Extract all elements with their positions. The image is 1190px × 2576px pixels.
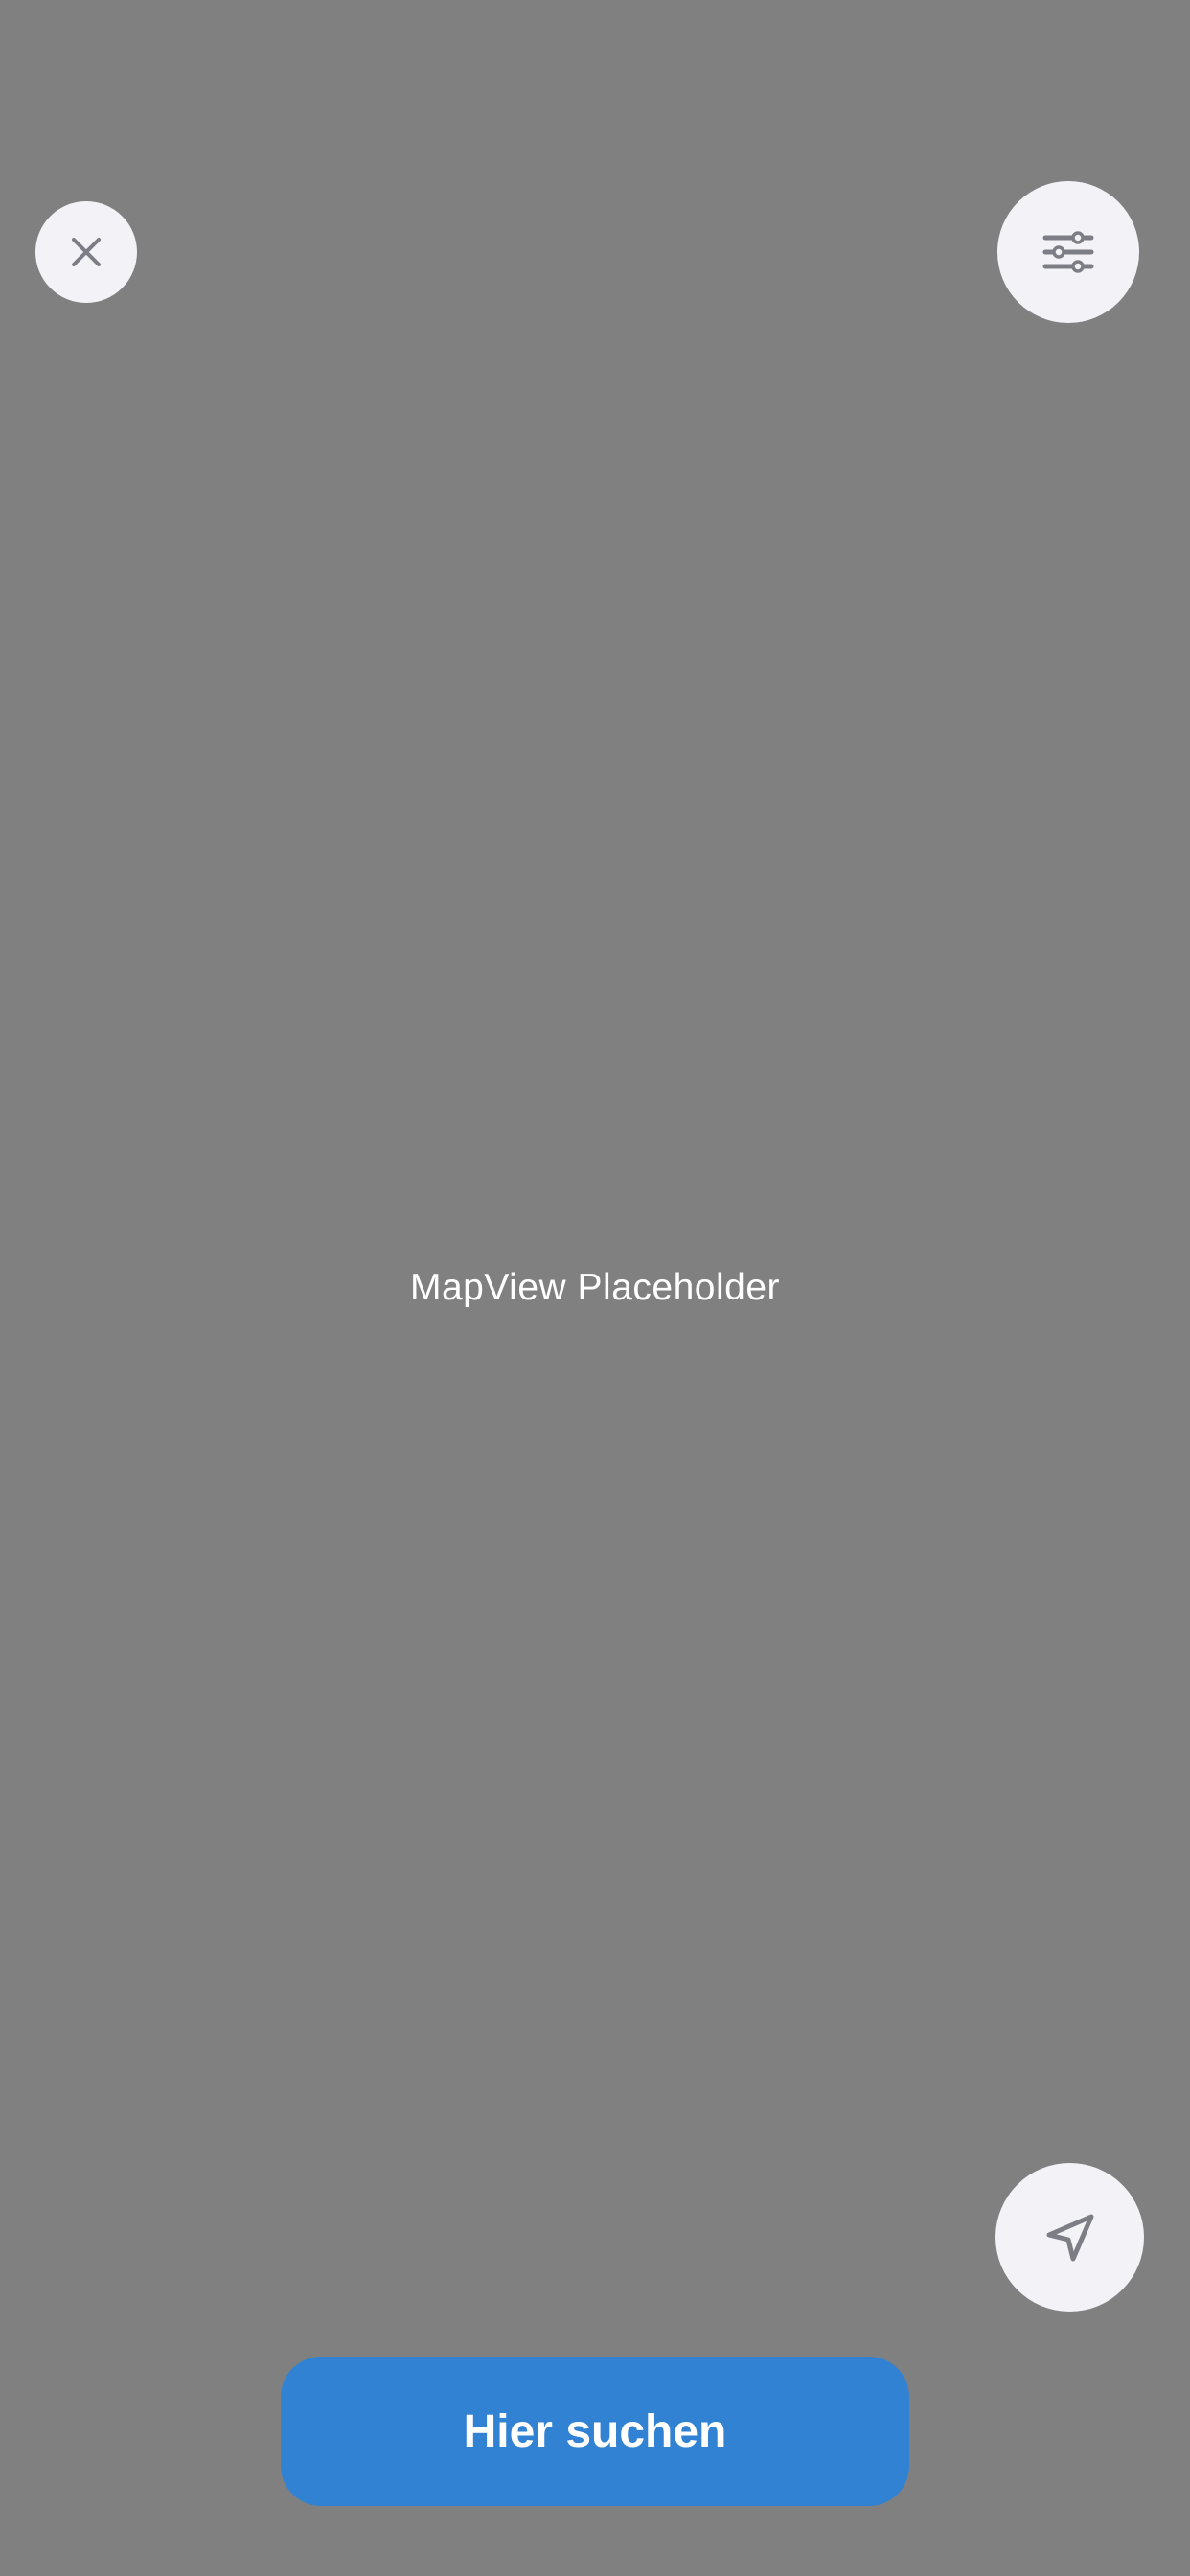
close-icon	[72, 238, 101, 266]
search-here-label: Hier suchen	[463, 2405, 727, 2457]
location-arrow-icon	[1046, 2214, 1093, 2261]
filter-button[interactable]	[997, 181, 1139, 323]
map-placeholder-text: MapView Placeholder	[410, 1267, 780, 1308]
sliders-icon	[1042, 231, 1094, 273]
search-here-button[interactable]: Hier suchen	[281, 2357, 909, 2506]
map-screen: MapView Placeholder Hier suchen	[0, 0, 1190, 2576]
current-location-button[interactable]	[995, 2163, 1144, 2312]
close-button[interactable]	[35, 201, 137, 303]
